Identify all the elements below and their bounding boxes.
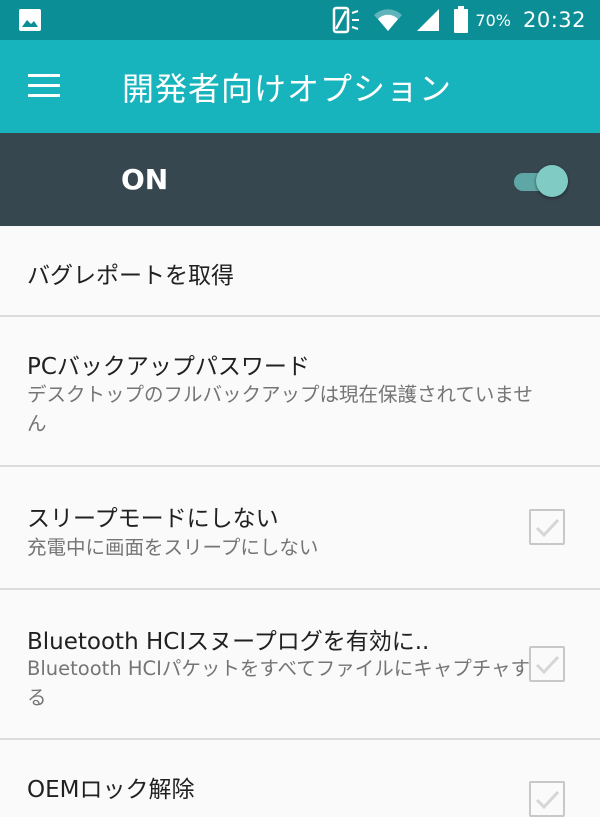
- setting-backup-password[interactable]: PCバックアップパスワード デスクトップのフルバックアップは現在保護されていませ…: [0, 317, 600, 465]
- page-title: 開発者向けオプション: [122, 70, 453, 108]
- status-bar: 70% 20:32: [0, 0, 600, 40]
- setting-title: バグレポートを取得: [27, 263, 234, 289]
- setting-bluetooth-hci-log[interactable]: Bluetooth HCIスヌープログを有効に.. Bluetooth HCIパ…: [0, 590, 600, 738]
- clock: 20:32: [522, 8, 586, 32]
- battery-icon: [453, 6, 469, 34]
- setting-title: OEMロック解除: [27, 777, 195, 803]
- setting-stay-awake[interactable]: スリープモードにしない 充電中に画面をスリープにしない: [0, 467, 600, 587]
- stay-awake-checkbox[interactable]: [529, 509, 565, 545]
- setting-title: Bluetooth HCIスヌープログを有効に..: [27, 629, 430, 655]
- image-icon: [18, 8, 42, 36]
- battery-percent: 70%: [475, 10, 511, 30]
- switch-thumb: [536, 165, 568, 197]
- oem-unlock-checkbox[interactable]: [529, 781, 565, 817]
- setting-summary: 充電中に画面をスリープにしない: [27, 536, 319, 559]
- signal-icon: [415, 7, 441, 33]
- master-switch-bar[interactable]: ON: [0, 133, 600, 226]
- master-toggle-switch[interactable]: [512, 164, 570, 198]
- setting-title: スリープモードにしない: [27, 506, 279, 532]
- master-switch-label: ON: [121, 163, 169, 196]
- wifi-icon: [373, 7, 403, 33]
- setting-oem-unlock[interactable]: OEMロック解除: [0, 740, 600, 817]
- check-icon: [535, 790, 560, 810]
- bluetooth-hci-log-checkbox[interactable]: [529, 646, 565, 682]
- hamburger-menu-icon[interactable]: [28, 74, 64, 100]
- vibrate-icon: [331, 6, 361, 34]
- setting-title: PCバックアップパスワード: [27, 354, 310, 380]
- setting-summary: デスクトップのフルバックアップは現在保護されていません: [27, 383, 533, 435]
- app-bar: 開発者向けオプション: [0, 40, 600, 133]
- check-icon: [535, 655, 560, 675]
- setting-summary: Bluetooth HCIパケットをすべてファイルにキャプチャする: [27, 657, 531, 709]
- setting-bug-report[interactable]: バグレポートを取得: [0, 226, 600, 316]
- check-icon: [535, 518, 560, 538]
